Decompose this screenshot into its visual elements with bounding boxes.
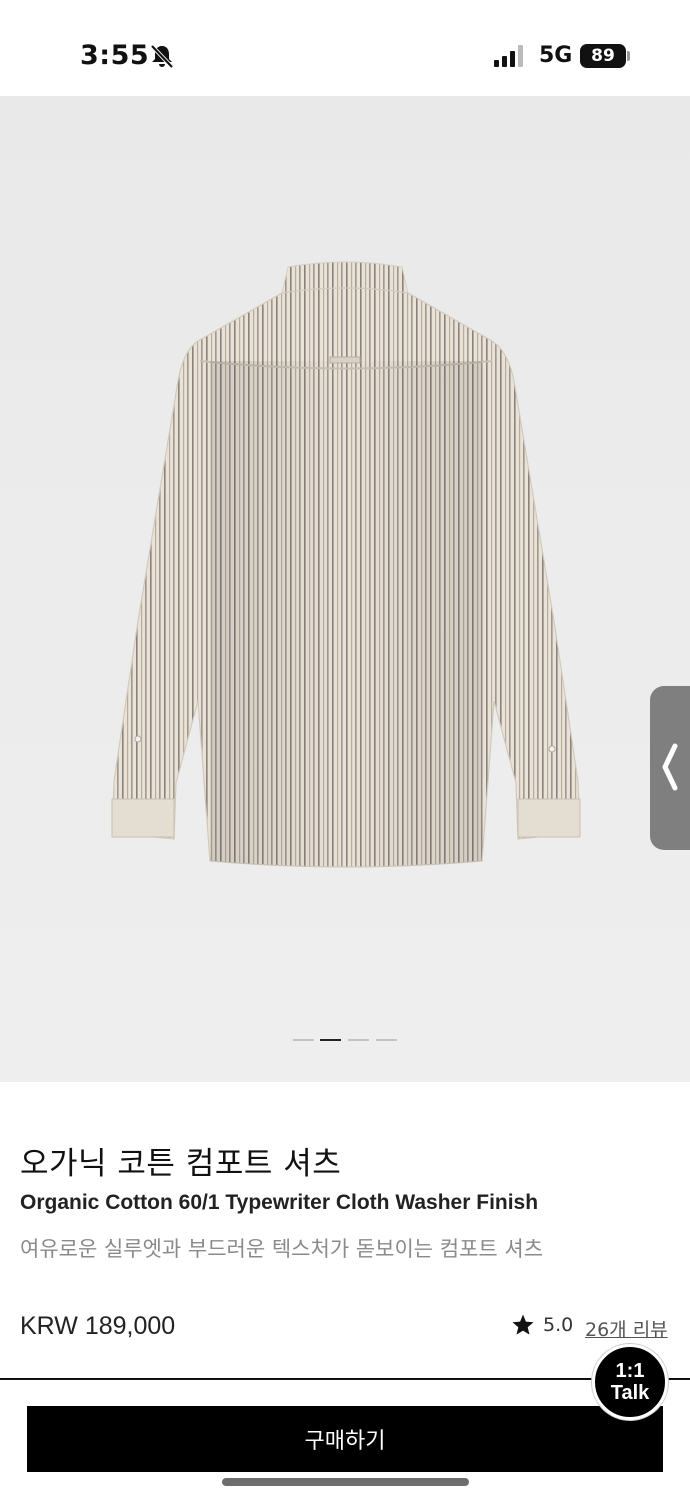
chat-talk-button[interactable]: 1:1 Talk bbox=[592, 1344, 668, 1420]
product-title-en: Organic Cotton 60/1 Typewriter Cloth Was… bbox=[20, 1191, 539, 1214]
pager-dot[interactable] bbox=[376, 1039, 397, 1041]
shirt-image bbox=[111, 261, 581, 868]
image-pager bbox=[293, 1039, 397, 1043]
product-image-carousel[interactable] bbox=[0, 96, 690, 1082]
product-price: KRW 189,000 bbox=[20, 1312, 176, 1340]
reviews-link[interactable]: 26개 리뷰 bbox=[585, 1315, 668, 1342]
talk-label-line2: Talk bbox=[610, 1382, 650, 1404]
star-icon bbox=[512, 1314, 534, 1335]
battery-icon: 89 bbox=[580, 44, 626, 68]
pager-dot-active[interactable] bbox=[320, 1039, 341, 1041]
status-bar: 3:55 5G 89 bbox=[0, 0, 690, 96]
status-time: 3:55 bbox=[80, 40, 150, 71]
product-title-ko: 오가닉 코튼 컴포트 셔츠 bbox=[20, 1146, 342, 1182]
side-panel-tab[interactable] bbox=[650, 686, 690, 850]
product-subtitle: 여유로운 실루엣과 부드러운 텍스처가 돋보이는 컴포트 셔츠 bbox=[20, 1237, 544, 1261]
signal-bars-icon bbox=[494, 45, 523, 67]
rating-value: 5.0 bbox=[543, 1314, 574, 1336]
talk-label-line1: 1:1 bbox=[615, 1360, 645, 1382]
pager-dot[interactable] bbox=[293, 1039, 314, 1041]
divider bbox=[0, 1378, 690, 1380]
home-indicator[interactable] bbox=[222, 1478, 469, 1486]
chevron-left-icon bbox=[662, 743, 678, 791]
rating: 5.0 bbox=[511, 1313, 573, 1337]
battery-tip bbox=[627, 51, 630, 61]
pager-dot[interactable] bbox=[348, 1039, 369, 1041]
network-type: 5G bbox=[539, 43, 573, 68]
bell-slash-icon bbox=[150, 44, 174, 69]
buy-button[interactable]: 구매하기 bbox=[27, 1406, 663, 1472]
